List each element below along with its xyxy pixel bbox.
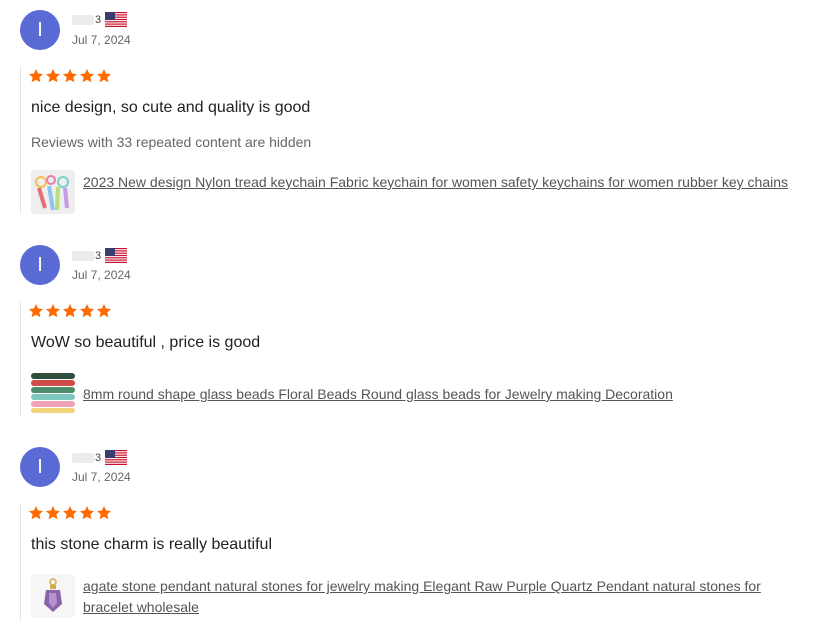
product-link[interactable]: 8mm round shape glass beads Floral Beads… xyxy=(83,384,808,405)
review-text: WoW so beautiful , price is good xyxy=(31,334,261,351)
redacted-name xyxy=(72,14,94,25)
product-thumbnail[interactable] xyxy=(31,170,75,214)
redacted-name xyxy=(72,250,94,261)
star-icon xyxy=(29,304,43,318)
star-icon xyxy=(80,69,94,83)
review-divider xyxy=(20,301,21,417)
reviewer-name: 3 xyxy=(72,12,128,27)
beads-product-image xyxy=(31,371,75,415)
star-icon xyxy=(46,506,60,520)
star-icon xyxy=(46,69,60,83)
review-date: Jul 7, 2024 xyxy=(72,33,131,47)
product-link[interactable]: agate stone pendant natural stones for j… xyxy=(83,576,808,618)
redacted-name xyxy=(72,452,94,463)
us-flag-icon xyxy=(105,450,128,465)
rating-stars xyxy=(28,505,112,521)
star-icon xyxy=(63,506,77,520)
product-thumbnail[interactable] xyxy=(31,371,75,415)
review-date: Jul 7, 2024 xyxy=(72,268,131,282)
review-date: Jul 7, 2024 xyxy=(72,470,131,484)
product-thumbnail[interactable] xyxy=(31,574,75,618)
reviewer-name: 3 xyxy=(72,450,128,465)
rating-stars xyxy=(28,303,112,319)
us-flag-icon xyxy=(105,12,128,27)
keychain-product-image xyxy=(31,170,75,214)
review-divider xyxy=(20,66,21,214)
star-icon xyxy=(80,304,94,318)
star-icon xyxy=(29,506,43,520)
star-icon xyxy=(80,506,94,520)
pendant-product-image xyxy=(31,574,75,618)
avatar: I xyxy=(20,245,60,285)
review-text: nice design, so cute and quality is good xyxy=(31,99,311,116)
review-text: this stone charm is really beautiful xyxy=(31,536,272,553)
star-icon xyxy=(63,69,77,83)
us-flag-icon xyxy=(105,248,128,263)
rating-stars xyxy=(28,68,112,84)
avatar: I xyxy=(20,10,60,50)
product-link[interactable]: 2023 New design Nylon tread keychain Fab… xyxy=(83,172,808,193)
star-icon xyxy=(97,304,111,318)
star-icon xyxy=(97,69,111,83)
avatar: I xyxy=(20,447,60,487)
star-icon xyxy=(97,506,111,520)
review-divider xyxy=(20,503,21,621)
hidden-reviews-note: Reviews with 33 repeated content are hid… xyxy=(31,134,312,150)
star-icon xyxy=(29,69,43,83)
reviewer-name: 3 xyxy=(72,248,128,263)
star-icon xyxy=(63,304,77,318)
star-icon xyxy=(46,304,60,318)
